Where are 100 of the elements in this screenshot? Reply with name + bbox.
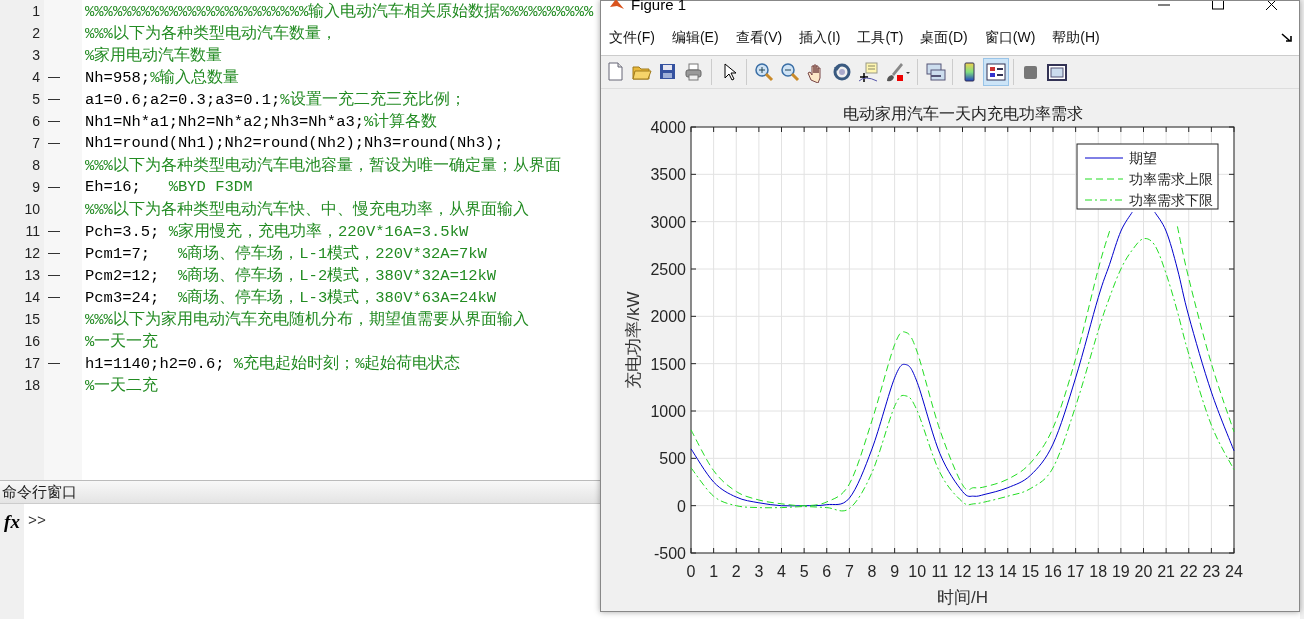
code-line: %%%以下为各种类型电动汽车数量， [85, 23, 337, 44]
chart-title: 电动家用汽车一天内充电功率需求 [842, 105, 1083, 122]
menu-item[interactable]: 文件(F) [601, 25, 664, 51]
tick-label: 15 [1021, 563, 1040, 580]
line-number: 8 [31, 156, 41, 175]
tick-label: 10 [908, 563, 927, 580]
tick-label: 4 [777, 563, 786, 580]
frame-icon [1046, 61, 1068, 83]
line-number: 10 [23, 200, 41, 219]
menu-item[interactable]: 编辑(E) [663, 25, 728, 51]
tick-label: 500 [659, 450, 686, 468]
code-line: %一天二充 [85, 375, 159, 396]
line-number: 14 [23, 288, 41, 307]
tick-label: 11 [931, 563, 949, 580]
line-number: 7 [31, 134, 41, 153]
tick-label: 1000 [650, 403, 686, 420]
menu-item[interactable]: 查看(V) [727, 25, 792, 51]
tick-label: 3000 [650, 213, 686, 231]
tick-label: 2 [731, 563, 741, 580]
axis-label: 充电功率/kW [624, 291, 643, 389]
code-line: Pcm2=12; %商场、停车场，L-2模式，380V*32A=12kW [85, 265, 497, 286]
legend-label: 功率需求上限 [1129, 171, 1213, 187]
menu-item[interactable]: 工具(T) [849, 25, 913, 51]
data-cursor-icon [857, 61, 879, 83]
line-number: 16 [23, 332, 41, 351]
menu-item[interactable]: 窗口(W) [976, 25, 1045, 51]
legend-line-sample [1084, 157, 1124, 159]
function-browser-button[interactable]: fx [4, 512, 20, 534]
tick-label: 17 [1066, 563, 1085, 580]
maximize-icon[interactable] [1211, 1, 1225, 11]
close-icon[interactable] [1265, 1, 1279, 11]
code-line: %%%%%%%%%%%%%%%%%%%%%%%%输入电动汽车相关原始数据%%%%%%%%%% [85, 1, 594, 22]
code-line: %家用电动汽车数量 [85, 45, 223, 66]
tick-label: 4000 [650, 119, 686, 136]
code-line: Pcm3=24; %商场、停车场，L-3模式，380V*63A=24kW [85, 287, 497, 308]
tick-label: 18 [1089, 563, 1108, 580]
line-number: 15 [23, 310, 41, 329]
code-line: Pcm1=7; %商场、停车场，L-1模式，220V*32A=7kW [85, 243, 487, 264]
tick-label: 9 [890, 563, 900, 580]
menu-item[interactable]: 插入(I) [791, 25, 850, 51]
tick-label: 7 [844, 563, 854, 580]
code-line: h1=1140;h2=0.6; %充电起始时刻；%起始荷电状态 [85, 353, 461, 374]
line-number: 12 [23, 244, 41, 263]
code-line: %%%以下为各种类型电动汽车电池容量，暂设为唯一确定量；从界面 [85, 155, 561, 176]
tick-label: 20 [1134, 563, 1153, 580]
tick-label: 24 [1225, 563, 1243, 580]
code-line: Eh=16; %BYD F3DM [85, 178, 253, 196]
code-line: Pch=3.5; %家用慢充，充电功率，220V*16A=3.5kW [85, 221, 469, 242]
legend-label: 功率需求下限 [1129, 192, 1213, 208]
tick-label: 14 [998, 563, 1017, 580]
tick-label: 1500 [650, 355, 686, 373]
rotate-icon [831, 61, 853, 83]
tick-label: 19 [1112, 563, 1130, 580]
legend-icon [985, 61, 1007, 83]
tick-label: 0 [686, 563, 696, 580]
tick-label: 3 [754, 563, 764, 580]
linked-plot-icon [924, 61, 946, 83]
zoom-out-icon [779, 61, 801, 83]
tick-label: 23 [1202, 563, 1221, 580]
line-number: 6 [31, 112, 41, 131]
axis-label: 时间/H [937, 588, 988, 607]
line-number: 1 [31, 2, 41, 21]
tick-label: 3500 [650, 166, 686, 184]
tick-label: 12 [953, 563, 972, 580]
legend-line-sample [1084, 178, 1124, 180]
code-line: Nh=958;%输入总数量 [85, 67, 240, 88]
line-number: 4 [31, 68, 41, 87]
tick-label: 21 [1157, 563, 1175, 580]
menu-item[interactable]: 桌面(D) [912, 25, 977, 51]
line-number: 18 [23, 376, 41, 395]
code-line: %%%以下为家用电动汽车充电随机分布，期望值需要从界面输入 [85, 309, 529, 330]
line-number: 2 [31, 24, 41, 43]
line-number: 5 [31, 90, 41, 109]
command-prompt: >> [27, 512, 46, 531]
tick-label: 6 [822, 563, 832, 580]
zoom-in-icon [753, 61, 775, 83]
legend-label: 期望 [1129, 150, 1157, 166]
printer-icon [683, 61, 705, 83]
code-line: %一天一充 [85, 331, 159, 352]
tick-label: 13 [976, 563, 994, 580]
legend-line-sample [1084, 199, 1124, 201]
code-line: Nh1=Nh*a1;Nh2=Nh*a2;Nh3=Nh*a3;%计算各数 [85, 111, 438, 132]
dock-icon[interactable] [1281, 33, 1293, 43]
tick-label: 1 [709, 563, 719, 580]
line-number: 11 [24, 222, 41, 241]
tick-label: 5 [799, 563, 809, 580]
tick-label: -500 [653, 545, 686, 562]
toolbar-button[interactable] [983, 58, 1009, 86]
code-line: a1=0.6;a2=0.3;a3=0.1;%设置一充二充三充比例； [85, 89, 466, 110]
line-number: 17 [23, 354, 41, 373]
menu-item[interactable]: 帮助(H) [1044, 25, 1109, 51]
code-line: %%%以下为各种类型电动汽车快、中、慢充电功率，从界面输入 [85, 199, 529, 220]
tick-label: 8 [867, 563, 877, 580]
line-number: 3 [31, 46, 41, 65]
tick-label: 16 [1044, 563, 1062, 580]
line-number: 13 [23, 266, 41, 285]
code-line: Nh1=round(Nh1);Nh2=round(Nh2);Nh3=round(Nh3); [85, 134, 504, 152]
tick-label: 2000 [650, 308, 686, 326]
tick-label: 22 [1179, 563, 1198, 580]
window-title: Figure 1 [631, 0, 687, 13]
